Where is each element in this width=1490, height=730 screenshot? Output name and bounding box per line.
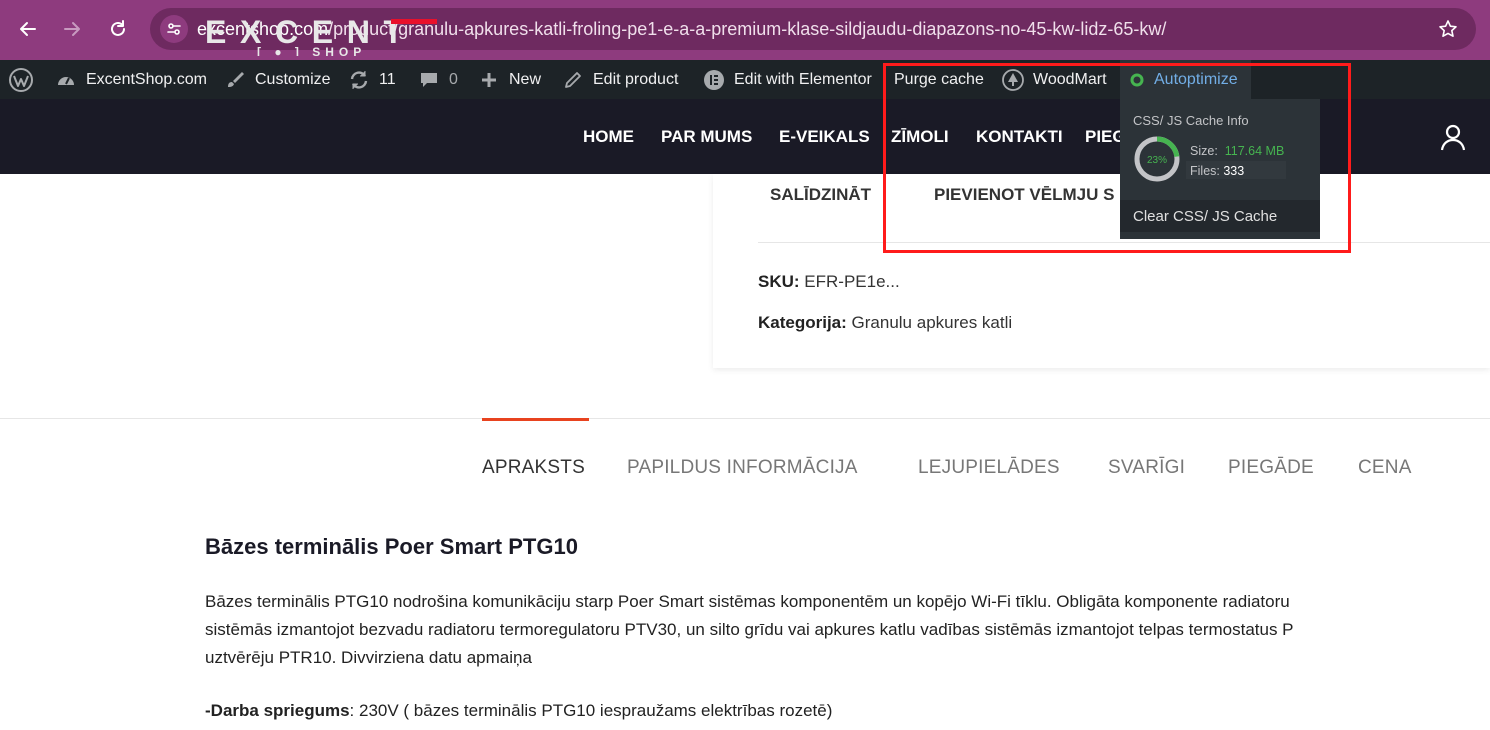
site-logo[interactable]: EXCENT [ ● ] SHOP [205, 14, 437, 59]
voltage-value: : 230V ( bāzes terminālis PTG10 iesprauž… [349, 701, 833, 720]
cache-info-title: CSS/ JS Cache Info [1133, 113, 1249, 128]
back-arrow-icon[interactable] [14, 15, 42, 43]
url-path: /product/granulu-apkures-katli-froling-p… [328, 19, 1167, 39]
comments-count: 0 [449, 70, 458, 88]
description-line-1: Bāzes terminālis PTG10 nodrošina komunik… [205, 592, 1290, 611]
paintbrush-icon [224, 69, 246, 91]
size-label: Size: [1190, 144, 1218, 158]
category-line: Kategorija: Granulu apkures katli [758, 313, 1012, 333]
description-line-3: uztvērēju PTR10. Divvirziena datu apmaiņ… [205, 648, 532, 667]
updates-icon [348, 69, 370, 91]
nav-par-mums[interactable]: PAR MUMS [661, 99, 752, 174]
tab-lejupielades[interactable]: LEJUPIELĀDES [918, 457, 1060, 479]
voltage-spec: -Darba spriegums: 230V ( bāzes termināli… [205, 701, 832, 721]
cache-files-stat: Files: 333 [1190, 164, 1244, 178]
admin-edit-elementor[interactable]: Edit with Elementor [703, 60, 872, 99]
sku-line: SKU: EFR-PE1e... [758, 272, 900, 292]
sku-label: SKU: [758, 272, 800, 291]
admin-site-name[interactable]: ExcentShop.com [55, 60, 207, 99]
customize-label: Customize [255, 70, 331, 88]
clear-cache-button[interactable]: Clear CSS/ JS Cache [1120, 200, 1320, 232]
forward-arrow-icon[interactable] [58, 15, 86, 43]
wordpress-logo-icon[interactable] [8, 60, 34, 99]
cache-size-stat: Size: 117.64 MB [1190, 144, 1284, 158]
logo-sub: [ ● ] SHOP [257, 45, 366, 56]
edit-product-label: Edit product [593, 70, 679, 88]
new-label: New [509, 70, 542, 88]
admin-autoptimize[interactable]: Autoptimize [1120, 60, 1251, 99]
admin-updates[interactable]: 11 [348, 60, 396, 99]
autoptimize-label: Autoptimize [1154, 70, 1238, 88]
autoptimize-status-icon [1130, 69, 1144, 91]
pencil-icon [562, 69, 584, 91]
autoptimize-dropdown: CSS/ JS Cache Info 23% Size: 117.64 MB F… [1120, 99, 1320, 239]
category-label: Kategorija: [758, 313, 847, 332]
tab-piegade[interactable]: PIEGĀDE [1228, 457, 1314, 479]
nav-kontakti[interactable]: KONTAKTI [976, 99, 1063, 174]
compare-button[interactable]: SALĪDZINĀT [770, 185, 871, 205]
voltage-label: -Darba spriegums [205, 701, 350, 720]
sku-value: EFR-PE1e... [804, 272, 900, 291]
active-tab-indicator [482, 418, 589, 421]
purge-cache-label: Purge cache [894, 70, 984, 88]
updates-count: 11 [379, 70, 396, 88]
size-value: 117.64 MB [1224, 144, 1285, 158]
comment-bubble-icon [418, 69, 440, 91]
files-label: Files: [1190, 164, 1220, 178]
dashboard-gauge-icon [55, 69, 77, 91]
admin-customize[interactable]: Customize [224, 60, 331, 99]
admin-edit-product[interactable]: Edit product [562, 60, 678, 99]
admin-purge-cache[interactable]: Purge cache [894, 60, 984, 99]
tab-apraksts[interactable]: APRAKSTS [482, 457, 585, 479]
edit-elementor-label: Edit with Elementor [734, 70, 872, 88]
nav-e-veikals[interactable]: E-VEIKALS [779, 99, 870, 174]
admin-new[interactable]: New [478, 60, 541, 99]
divider [0, 418, 1490, 419]
site-name-label: ExcentShop.com [86, 70, 207, 88]
tab-papildus-informacija[interactable]: PAPILDUS INFORMĀCIJA [627, 457, 858, 479]
woodmart-tree-icon [1002, 68, 1024, 91]
cache-usage-gauge: 23% [1134, 136, 1180, 182]
wp-admin-bar: ExcentShop.com Customize 11 0 New Edit p… [0, 60, 1490, 99]
admin-woodmart[interactable]: WoodMart [1002, 60, 1107, 99]
nav-home[interactable]: HOME [583, 99, 634, 174]
content-heading: Bāzes terminālis Poer Smart PTG10 [205, 534, 578, 559]
bookmark-star-icon[interactable] [1434, 15, 1462, 43]
user-account-icon[interactable] [1438, 122, 1468, 152]
elementor-icon [703, 69, 725, 91]
plus-icon [478, 69, 500, 91]
description-line-2: sistēmās izmantojot bezvadu radiatoru te… [205, 620, 1294, 639]
files-value: 333 [1223, 164, 1245, 178]
tab-svarigi[interactable]: SVARĪGI [1108, 457, 1185, 479]
reload-icon[interactable] [104, 15, 132, 43]
woodmart-label: WoodMart [1033, 70, 1107, 88]
admin-comments[interactable]: 0 [418, 60, 458, 99]
site-info-icon[interactable] [160, 15, 188, 43]
divider [758, 242, 1490, 243]
nav-zimoli[interactable]: ZĪMOLI [891, 99, 949, 174]
category-link[interactable]: Granulu apkures katli [852, 313, 1013, 332]
tab-cena[interactable]: CENA [1358, 457, 1412, 479]
add-to-wishlist-button[interactable]: PIEVIENOT VĒLMJU S [934, 185, 1114, 205]
gauge-percent: 23% [1147, 155, 1167, 166]
